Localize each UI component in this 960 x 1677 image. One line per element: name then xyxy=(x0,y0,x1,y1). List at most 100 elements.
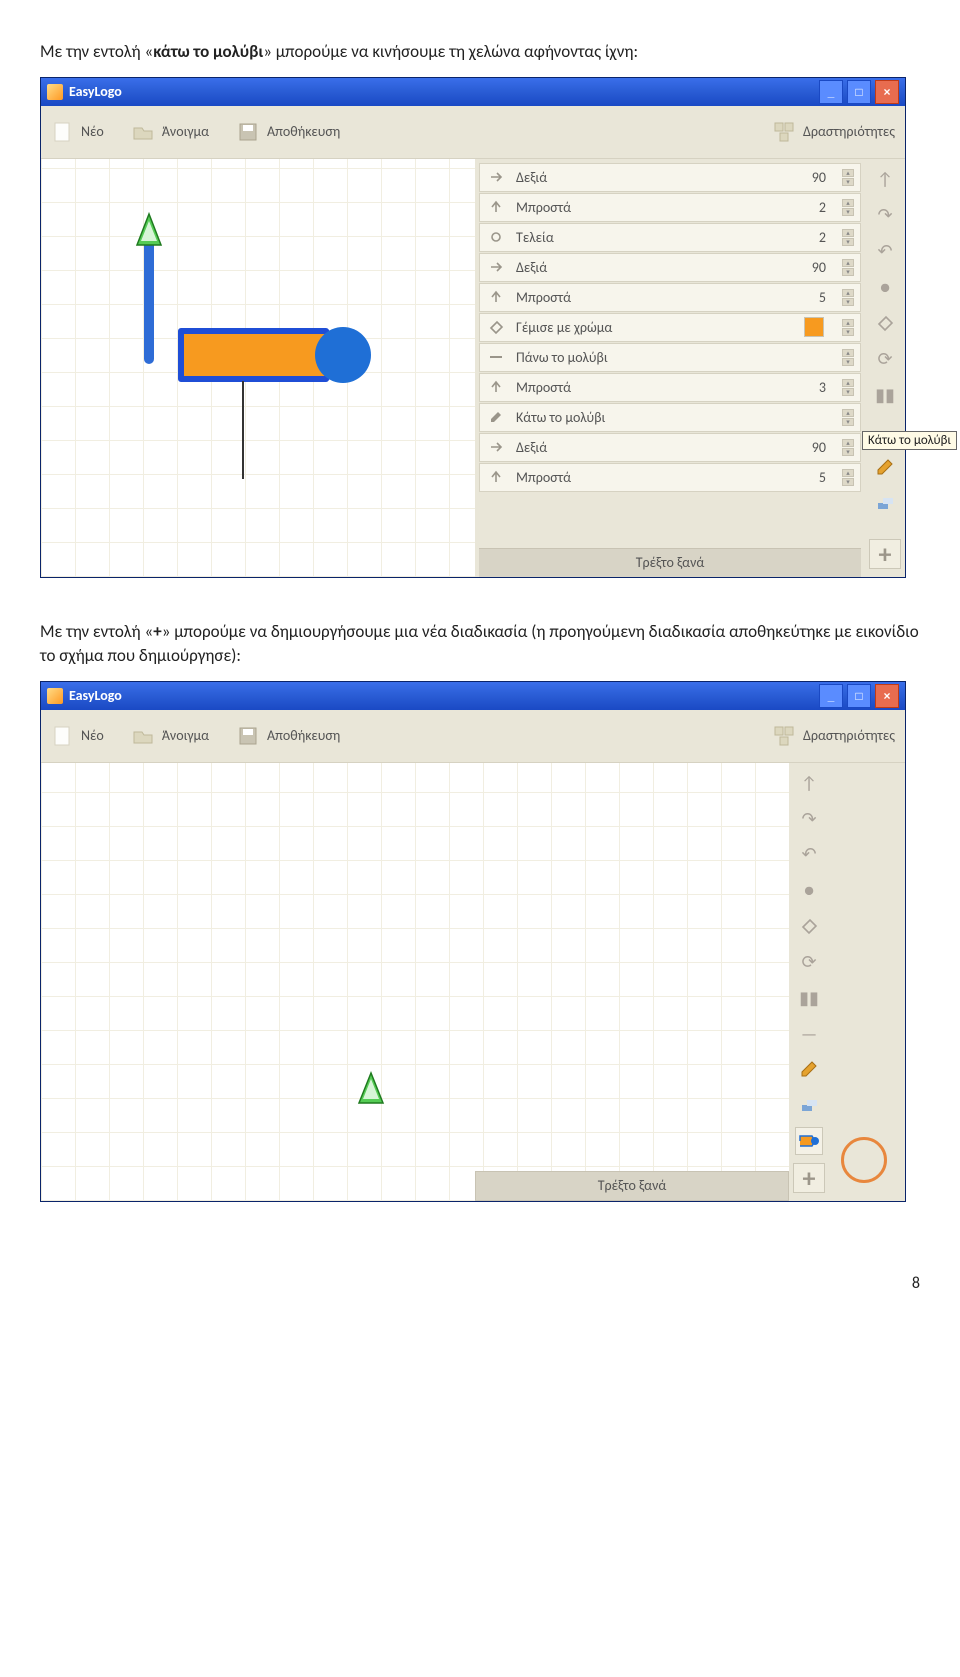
easylogo-window-1: EasyLogo _ □ × Νέο Άνοιγμα Αποθήκευση Δρ… xyxy=(40,77,906,578)
blank-page-icon xyxy=(51,121,73,143)
titlebar: EasyLogo _ □ × xyxy=(41,78,905,106)
fill-icon[interactable] xyxy=(871,309,899,337)
paragraph-1: Με την εντολή «κάτω το μολύβι» μπορούμε … xyxy=(40,40,920,65)
command-row[interactable]: Δεξιά90▴▾ xyxy=(479,163,861,192)
command-row[interactable]: Κάτω το μολύβι ▴▾ xyxy=(479,403,861,432)
turn-right-icon[interactable]: ↷ xyxy=(795,805,823,833)
command-value: 90 xyxy=(786,259,828,276)
pencil-icon[interactable] xyxy=(795,1055,823,1083)
spinner[interactable]: ▴▾ xyxy=(842,409,854,426)
blocks-icon xyxy=(773,121,795,143)
color-swatch xyxy=(804,317,824,337)
dot-tool-icon[interactable]: ● xyxy=(795,876,823,904)
window-title: EasyLogo xyxy=(69,83,122,100)
folder-open-icon xyxy=(132,121,154,143)
spinner[interactable]: ▴▾ xyxy=(842,349,854,366)
paragraph-2: Με την εντολή «+» μπορούμε να δημιουργήσ… xyxy=(40,620,920,669)
add-procedure-button[interactable]: + xyxy=(869,539,901,569)
spinner[interactable]: ▴▾ xyxy=(842,169,854,186)
command-label: Μπροστά xyxy=(516,289,776,306)
bars-icon[interactable]: ▮▮ xyxy=(871,381,899,409)
maximize-button[interactable]: □ xyxy=(847,684,871,708)
pen-up-icon[interactable]: — xyxy=(795,1020,823,1048)
command-label: Δεξιά xyxy=(516,439,776,456)
eraser-icon[interactable] xyxy=(871,489,899,517)
toolbar-open[interactable]: Άνοιγμα xyxy=(132,121,209,143)
command-row[interactable]: Μπροστά2▴▾ xyxy=(479,193,861,222)
arrow-up-icon xyxy=(486,379,506,395)
run-again-button[interactable]: Τρέξτο ξανά xyxy=(479,548,861,577)
command-row[interactable]: Πάνω το μολύβι ▴▾ xyxy=(479,343,861,372)
dot-tool-icon[interactable]: ● xyxy=(871,273,899,301)
saved-shape-icon[interactable] xyxy=(795,1127,823,1155)
command-label: Μπροστά xyxy=(516,199,776,216)
spinner[interactable]: ▴▾ xyxy=(842,229,854,246)
spinner[interactable]: ▴▾ xyxy=(842,319,854,336)
drawing-canvas[interactable] xyxy=(41,159,475,577)
command-row[interactable]: Τελεία2▴▾ xyxy=(479,223,861,252)
command-row[interactable]: Μπροστά5▴▾ xyxy=(479,463,861,492)
app-icon xyxy=(47,84,63,100)
command-list: Δεξιά90▴▾Μπροστά2▴▾Τελεία2▴▾Δεξιά90▴▾Μπρ… xyxy=(475,159,865,577)
toolbar-activities[interactable]: Δραστηριότητες xyxy=(773,725,895,747)
command-label: Κάτω το μολύβι xyxy=(516,409,776,426)
page-number: 8 xyxy=(40,1244,920,1293)
arrow-right-icon xyxy=(486,439,506,455)
command-row[interactable]: Γέμισε με χρώμα ▴▾ xyxy=(479,313,861,342)
spinner[interactable]: ▴▾ xyxy=(842,469,854,486)
run-again-button[interactable]: Τρέξτο ξανά xyxy=(475,1171,789,1201)
maximize-button[interactable]: □ xyxy=(847,80,871,104)
arrow-up-icon xyxy=(486,199,506,215)
close-button[interactable]: × xyxy=(875,80,899,104)
arrow-up-icon xyxy=(486,469,506,485)
command-label: Μπροστά xyxy=(516,379,776,396)
titlebar: EasyLogo _ □ × xyxy=(41,682,905,710)
bars-icon[interactable]: ▮▮ xyxy=(795,984,823,1012)
command-row[interactable]: Δεξιά 90 ▴▾ xyxy=(479,253,861,282)
folder-open-icon xyxy=(132,725,154,747)
toolbar-save[interactable]: Αποθήκευση xyxy=(237,121,340,143)
close-button[interactable]: × xyxy=(875,684,899,708)
toolbar: Νέο Άνοιγμα Αποθήκευση Δραστηριότητες xyxy=(41,710,905,763)
command-row[interactable]: Μπροστά5▴▾ xyxy=(479,283,861,312)
arrow-up-icon[interactable]: ↑ xyxy=(795,769,823,797)
toolbar-new[interactable]: Νέο xyxy=(51,121,104,143)
arrow-up-icon[interactable]: ↑ xyxy=(871,165,899,193)
minimize-button[interactable]: _ xyxy=(819,80,843,104)
add-procedure-button[interactable]: + xyxy=(793,1163,825,1193)
spinner[interactable]: ▴▾ xyxy=(842,439,854,456)
bucket-icon xyxy=(486,319,506,335)
eraser-icon[interactable] xyxy=(795,1091,823,1119)
turn-left-icon[interactable]: ↶ xyxy=(795,841,823,869)
pencil-icon[interactable] xyxy=(871,453,899,481)
fill-icon[interactable] xyxy=(795,912,823,940)
command-row[interactable]: Δεξιά 90 ▴▾ xyxy=(479,433,861,462)
command-value: 90 xyxy=(786,439,828,456)
toolbar-save[interactable]: Αποθήκευση xyxy=(237,725,340,747)
right-sidebar: ↑ ↷ ↶ ● ⟳ ▮▮ — + Κάτω το μολύβι xyxy=(865,159,905,577)
spinner[interactable]: ▴▾ xyxy=(842,379,854,396)
repeat-icon[interactable]: ⟳ xyxy=(871,345,899,373)
spinner[interactable]: ▴▾ xyxy=(842,259,854,276)
command-value: 90 xyxy=(786,169,828,186)
command-value: 2 xyxy=(786,229,828,246)
spinner[interactable]: ▴▾ xyxy=(842,199,854,216)
turn-left-icon[interactable]: ↶ xyxy=(871,237,899,265)
drawing-canvas[interactable]: Τρέξτο ξανά xyxy=(41,763,789,1201)
command-label: Δεξιά xyxy=(516,259,776,276)
command-label: Γέμισε με χρώμα xyxy=(516,319,794,336)
easylogo-window-2: EasyLogo _ □ × Νέο Άνοιγμα Αποθήκευση Δρ… xyxy=(40,681,906,1202)
command-label: Πάνω το μολύβι xyxy=(516,349,776,366)
toolbar-new[interactable]: Νέο xyxy=(51,725,104,747)
turn-right-icon[interactable]: ↷ xyxy=(871,201,899,229)
arrow-right-icon xyxy=(486,169,506,185)
toolbar: Νέο Άνοιγμα Αποθήκευση Δραστηριότητες xyxy=(41,106,905,159)
save-icon xyxy=(237,725,259,747)
toolbar-open[interactable]: Άνοιγμα xyxy=(132,725,209,747)
spinner[interactable]: ▴▾ xyxy=(842,289,854,306)
command-row[interactable]: Μπροστά 3 ▴▾ xyxy=(479,373,861,402)
command-value: 3 xyxy=(786,379,828,396)
minimize-button[interactable]: _ xyxy=(819,684,843,708)
toolbar-activities[interactable]: Δραστηριότητες xyxy=(773,121,895,143)
repeat-icon[interactable]: ⟳ xyxy=(795,948,823,976)
